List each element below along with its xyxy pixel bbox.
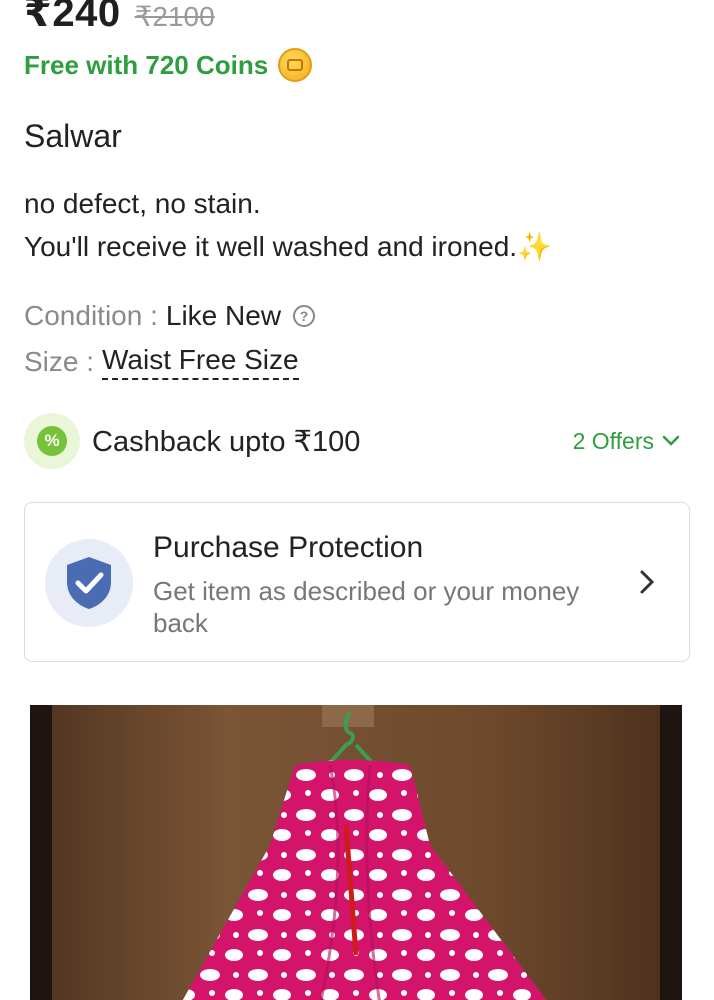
protection-title: Purchase Protection (153, 531, 424, 564)
cashback-row[interactable]: % Cashback upto ₹100 2 Offers (24, 413, 690, 469)
size-row: Size : Waist Free Size (24, 344, 299, 380)
condition-label: Condition : (24, 300, 158, 331)
protection-subtitle: Get item as described or your money back (153, 576, 580, 638)
description-line-2: You'll receive it well washed and ironed… (24, 231, 518, 262)
cashback-text: Cashback upto ₹100 (92, 425, 361, 458)
offers-label: 2 Offers (572, 427, 654, 454)
product-image[interactable] (30, 705, 682, 1000)
product-title: Salwar (24, 118, 122, 154)
size-value-link[interactable]: Waist Free Size (102, 344, 299, 380)
condition-value: Like New (165, 300, 282, 331)
condition-row: Condition : Like New ? (24, 300, 316, 332)
coins-offer[interactable]: Free with 720 Coins (24, 48, 313, 82)
description-line-1: no defect, no stain. (24, 188, 261, 219)
chevron-right-icon (640, 570, 655, 594)
purchase-protection-card[interactable]: Purchase Protection Get item as describe… (24, 502, 690, 662)
chevron-down-icon (662, 435, 680, 446)
coin-icon (278, 48, 313, 82)
coins-offer-text: Free with 720 Coins (24, 49, 269, 80)
current-price: ₹240 (24, 0, 121, 35)
sparkles-icon: ✨ (517, 231, 552, 262)
shield-check-icon (45, 539, 133, 627)
size-label: Size : (24, 346, 95, 377)
product-description: no defect, no stain. You'll receive it w… (24, 182, 552, 268)
original-price: ₹2100 (134, 1, 215, 32)
percent-badge-icon: % (24, 413, 80, 469)
offers-toggle[interactable]: 2 Offers (573, 428, 680, 455)
help-icon[interactable]: ? (293, 305, 316, 327)
price-row: ₹240 ₹2100 (24, 0, 215, 35)
